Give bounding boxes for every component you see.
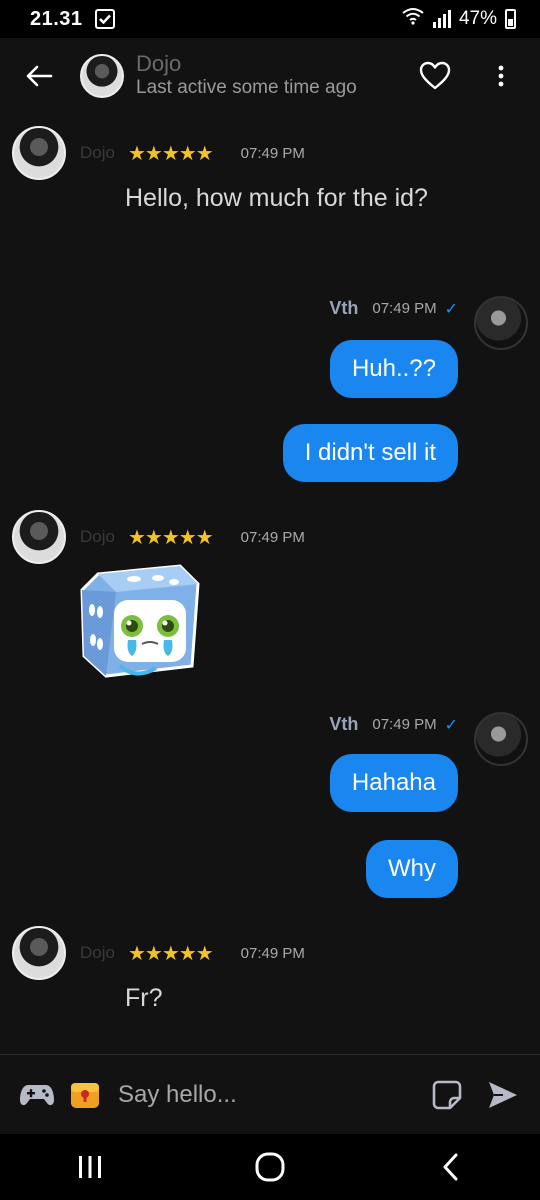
wifi-icon	[401, 7, 425, 31]
sticker-icon	[432, 1080, 462, 1109]
message-header: Vth 07:49 PM ✓	[329, 298, 458, 319]
home-button[interactable]	[230, 1139, 310, 1195]
rating-stars: ★★★★★	[128, 942, 214, 965]
read-check-icon: ✓	[444, 716, 458, 734]
message-bubble[interactable]: I didn't sell it	[282, 424, 458, 482]
message-list[interactable]: Dojo ★★★★★ 07:49 PM Hello, how much for …	[0, 114, 540, 1054]
message-header: Dojo ★★★★★ 07:49 PM	[12, 126, 305, 180]
send-button[interactable]	[484, 1075, 522, 1115]
send-icon	[489, 1081, 517, 1108]
message-time: 07:49 PM	[240, 528, 305, 546]
back-arrow-icon	[26, 65, 53, 87]
back-button[interactable]	[14, 51, 64, 101]
favorite-button[interactable]	[412, 53, 458, 99]
sender-avatar[interactable]	[12, 126, 66, 180]
message-text: Fr?	[125, 984, 163, 1012]
home-icon	[255, 1152, 285, 1182]
sticker-button[interactable]	[428, 1075, 466, 1115]
gift-button[interactable]	[66, 1075, 104, 1115]
status-bar: 21.31 47%	[0, 0, 540, 38]
recent-apps-icon	[79, 1156, 101, 1178]
message-header: Dojo ★★★★★ 07:49 PM	[12, 510, 305, 564]
message-composer	[0, 1054, 540, 1134]
message-time: 07:49 PM	[372, 716, 437, 733]
message-time: 07:49 PM	[372, 300, 437, 317]
sender-avatar[interactable]	[474, 712, 528, 766]
last-active-status: Last active some time ago	[136, 77, 357, 98]
contact-avatar[interactable]	[80, 54, 124, 98]
rating-stars: ★★★★★	[128, 142, 214, 165]
sender-avatar[interactable]	[474, 296, 528, 350]
signal-icon	[432, 10, 451, 28]
status-time: 21.31	[30, 7, 83, 30]
message-bubble[interactable]: Huh..??	[329, 340, 458, 398]
recent-apps-button[interactable]	[50, 1139, 130, 1195]
contact-info[interactable]: Dojo Last active some time ago	[136, 52, 357, 100]
message-time: 07:49 PM	[240, 944, 305, 962]
message-text: Hello, how much for the id?	[125, 184, 428, 212]
sender-name: Dojo	[80, 943, 115, 962]
message-bubble[interactable]: Why	[366, 840, 458, 898]
sender-avatar[interactable]	[12, 510, 66, 564]
chat-header: Dojo Last active some time ago	[0, 38, 540, 114]
sender-name: Dojo	[80, 143, 115, 162]
read-check-icon: ✓	[444, 300, 458, 318]
message-header: Dojo ★★★★★ 07:49 PM	[12, 926, 305, 980]
sender-name: Dojo	[80, 527, 115, 546]
sender-name: Vth	[329, 714, 359, 734]
contact-name: Dojo	[136, 51, 182, 76]
message-time: 07:49 PM	[240, 144, 305, 162]
more-options-button[interactable]	[478, 53, 524, 99]
sender-avatar[interactable]	[12, 926, 66, 980]
system-nav-bar	[0, 1134, 540, 1200]
heart-icon	[419, 61, 451, 90]
message-input[interactable]	[118, 1069, 428, 1120]
more-vert-icon	[498, 65, 504, 87]
battery-percent: 47%	[458, 8, 497, 29]
message-header: Vth 07:49 PM ✓	[329, 714, 458, 735]
gift-box-icon	[71, 1082, 99, 1108]
back-icon	[443, 1153, 458, 1181]
message-bubble[interactable]: Hahaha	[329, 754, 458, 812]
notification-check-icon	[94, 9, 115, 29]
crying-dice-sticker[interactable]	[76, 560, 206, 684]
game-controller-icon	[20, 1084, 54, 1105]
back-nav-button[interactable]	[410, 1139, 490, 1195]
sender-name: Vth	[329, 298, 359, 318]
game-button[interactable]	[18, 1075, 56, 1115]
battery-icon	[505, 9, 516, 29]
rating-stars: ★★★★★	[128, 526, 214, 549]
